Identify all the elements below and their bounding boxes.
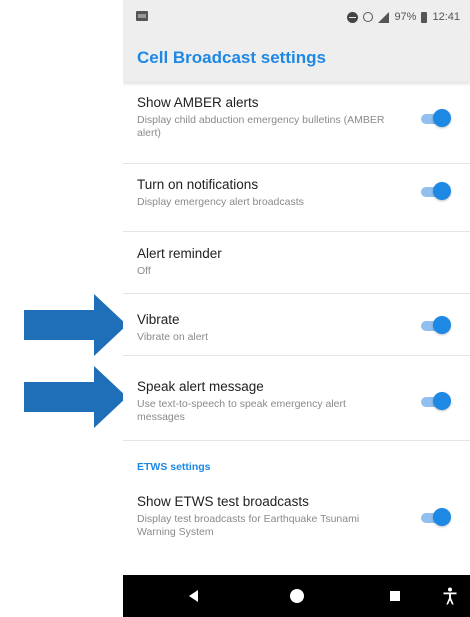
annotation-arrow-speak-icon (24, 366, 127, 428)
setting-amber-alerts[interactable]: Show AMBER alerts Display child abductio… (123, 82, 470, 164)
status-icons: 97% 12:41 (347, 9, 460, 25)
speak-alert-toggle[interactable] (421, 392, 451, 412)
battery-percent: 97% (394, 11, 417, 23)
accessibility-icon[interactable] (443, 587, 457, 605)
recents-icon[interactable] (390, 591, 400, 601)
page-title: Cell Broadcast settings (137, 48, 326, 67)
phone-screen: 97% 12:41 Cell Broadcast settings Show A… (123, 0, 470, 617)
status-time: 12:41 (432, 11, 460, 23)
home-icon[interactable] (290, 589, 304, 603)
navigation-bar (123, 575, 470, 617)
setting-summary: Display child abduction emergency bullet… (137, 114, 385, 139)
setting-title: Speak alert message (137, 379, 264, 394)
setting-summary: Vibrate on alert (137, 331, 209, 343)
setting-speak-alert[interactable]: Speak alert message Use text-to-speech t… (123, 356, 470, 441)
battery-icon (421, 11, 428, 23)
setting-title: Alert reminder (137, 246, 222, 261)
setting-title: Show AMBER alerts (137, 95, 259, 110)
amber-alerts-toggle[interactable] (421, 109, 451, 129)
setting-etws-test-broadcasts[interactable]: Show ETWS test broadcasts Display test b… (123, 482, 470, 557)
app-bar: Cell Broadcast settings (123, 34, 470, 82)
setting-alert-reminder[interactable]: Alert reminder Off (123, 232, 470, 294)
setting-summary: Display test broadcasts for Earthquake T… (137, 513, 360, 538)
notifications-toggle[interactable] (421, 182, 451, 202)
cell-signal-icon (378, 11, 390, 23)
setting-summary: Off (137, 265, 151, 277)
setting-summary: Display emergency alert broadcasts (137, 196, 304, 208)
image-notification-icon (136, 11, 148, 21)
status-bar: 97% 12:41 (123, 0, 470, 34)
vibrate-toggle[interactable] (421, 316, 451, 336)
do-not-disturb-icon (347, 11, 359, 23)
setting-title: Turn on notifications (137, 177, 259, 192)
alarm-icon (363, 12, 374, 22)
setting-notifications[interactable]: Turn on notifications Display emergency … (123, 164, 470, 232)
setting-title: Show ETWS test broadcasts (137, 494, 309, 509)
settings-list: Show AMBER alerts Display child abductio… (123, 82, 470, 575)
annotation-arrow-vibrate-icon (24, 294, 127, 356)
setting-vibrate[interactable]: Vibrate Vibrate on alert (123, 294, 470, 356)
back-icon[interactable] (189, 590, 198, 602)
setting-summary: Use text-to-speech to speak emergency al… (137, 398, 346, 423)
etws-test-broadcasts-toggle[interactable] (421, 508, 451, 528)
setting-title: Vibrate (137, 312, 180, 327)
category-etws-settings: ETWS settings (137, 461, 211, 473)
